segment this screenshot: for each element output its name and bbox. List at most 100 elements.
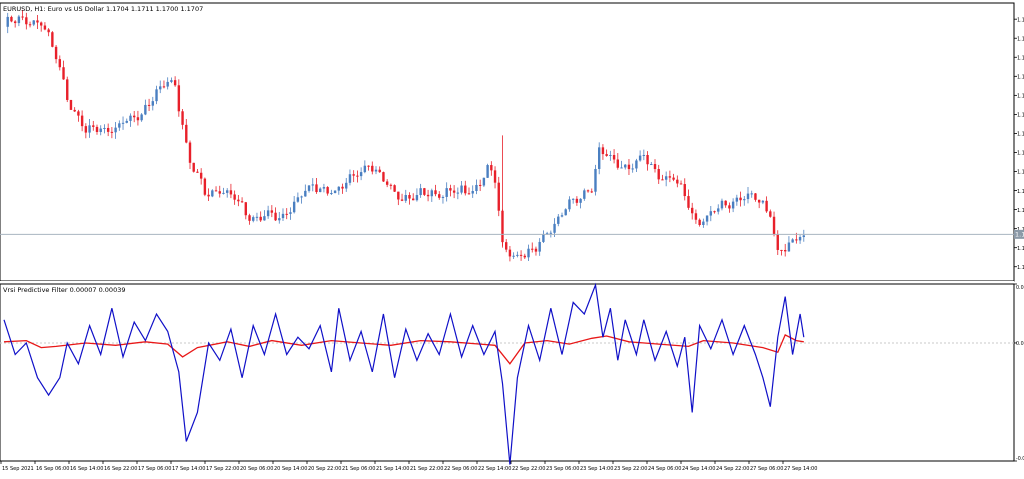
- time-tick-label: 23 Sep 14:00: [580, 466, 613, 472]
- candle: [423, 187, 426, 197]
- time-tick-label: 24 Sep 14:00: [682, 466, 715, 472]
- price-tick-label: 1.1790: [1017, 75, 1024, 81]
- time-tick-label: 27 Sep 14:00: [784, 466, 817, 472]
- time-tick: 23 Sep 22:00: [612, 461, 647, 472]
- time-tick-label: 15 Sep 2021: [2, 466, 34, 472]
- time-tick: 16 Sep 14:00: [68, 461, 103, 472]
- time-tick-label: 17 Sep 14:00: [172, 466, 205, 472]
- price-tick-label: 1.1810: [1017, 36, 1024, 42]
- time-tick-label: 20 Sep 14:00: [274, 466, 307, 472]
- time-tick: 17 Sep 14:00: [170, 461, 205, 472]
- candle: [486, 163, 489, 178]
- price-tick: 1.1700: [1014, 246, 1024, 252]
- indicator-value-axis[interactable]: 0.00509 0.00000 -0.01019: [1014, 283, 1024, 462]
- time-tick-label: 20 Sep 06:00: [240, 466, 273, 472]
- candle: [497, 176, 500, 217]
- indicator-tick-label: 0.00000: [1016, 341, 1024, 347]
- time-tick-label: 24 Sep 22:00: [716, 466, 749, 472]
- time-tick: 21 Sep 14:00: [374, 461, 409, 472]
- time-tick-label: 22 Sep 14:00: [478, 466, 511, 472]
- chart-canvas[interactable]: 1.1820 1.1810 1.1800 1.1790 1.1780 1.1770 1.17…: [0, 0, 1024, 475]
- price-tick-label: 1.1780: [1017, 94, 1024, 100]
- indicator-tick-label: 0.00509: [1016, 285, 1024, 291]
- price-tick: 1.1720: [1014, 208, 1024, 214]
- candle: [51, 31, 54, 48]
- indicator-tick: -0.01019: [1014, 456, 1024, 462]
- price-tick: 1.1750: [1014, 151, 1024, 157]
- candle: [66, 76, 69, 103]
- price-tick: 1.1740: [1014, 170, 1024, 176]
- candle: [393, 184, 396, 193]
- price-tick-label: 1.1750: [1017, 151, 1024, 157]
- time-tick-label: 17 Sep 06:00: [138, 466, 171, 472]
- candle: [192, 162, 195, 173]
- price-tick: 1.1780: [1014, 94, 1024, 100]
- time-tick-label: 23 Sep 22:00: [614, 466, 647, 472]
- time-tick-label: 21 Sep 06:00: [342, 466, 375, 472]
- time-tick-label: 16 Sep 06:00: [36, 466, 69, 472]
- indicator-tick: 0.00509: [1014, 283, 1024, 291]
- price-tick-label: 1.1690: [1017, 265, 1024, 271]
- price-tick-label: 1.1770: [1017, 113, 1024, 119]
- time-tick-label: 22 Sep 06:00: [444, 466, 477, 472]
- candle: [564, 208, 567, 216]
- time-tick: 16 Sep 22:00: [102, 461, 137, 472]
- time-tick: 22 Sep 06:00: [442, 461, 477, 472]
- time-tick-label: 16 Sep 22:00: [104, 466, 137, 472]
- price-tick-label: 1.1700: [1017, 246, 1024, 252]
- time-tick: 20 Sep 14:00: [272, 461, 307, 472]
- price-tick-label: 1.1820: [1017, 17, 1024, 23]
- price-tick: 1.1770: [1014, 113, 1024, 119]
- indicator-tick-label: -0.01019: [1016, 456, 1024, 462]
- candle: [333, 190, 337, 194]
- candle: [211, 189, 214, 198]
- indicator-title: Vrsi Predictive Filter 0.00007 0.00039: [3, 286, 125, 294]
- price-tick: 1.1810: [1014, 36, 1024, 42]
- price-tick-label: 1.1800: [1017, 55, 1024, 61]
- time-tick: 22 Sep 22:00: [510, 461, 545, 472]
- indicator-tick: 0.00000: [1014, 341, 1024, 347]
- time-tick-label: 23 Sep 06:00: [546, 466, 579, 472]
- price-tick: 1.1820: [1014, 17, 1024, 23]
- price-tick: 1.1690: [1014, 265, 1024, 271]
- current-price-label: 1.1707: [1014, 229, 1024, 239]
- time-tick: 20 Sep 06:00: [238, 461, 273, 472]
- time-tick-label: 21 Sep 22:00: [410, 466, 443, 472]
- time-tick: 24 Sep 06:00: [646, 461, 681, 472]
- candle: [382, 171, 385, 183]
- time-tick-label: 24 Sep 06:00: [648, 466, 681, 472]
- main-pane[interactable]: [0, 2, 1015, 282]
- price-tick-label: 1.1730: [1017, 189, 1024, 195]
- time-tick-label: 21 Sep 14:00: [376, 466, 409, 472]
- time-tick: 27 Sep 14:00: [782, 461, 817, 472]
- time-tick-label: 22 Sep 22:00: [512, 466, 545, 472]
- time-tick: 24 Sep 14:00: [680, 461, 715, 472]
- time-tick-label: 27 Sep 06:00: [750, 466, 783, 472]
- time-tick: 23 Sep 14:00: [578, 461, 613, 472]
- time-tick: 22 Sep 14:00: [476, 461, 511, 472]
- price-tick: 1.1730: [1014, 189, 1024, 195]
- price-tick: 1.1760: [1014, 132, 1024, 138]
- candle: [69, 99, 73, 110]
- price-tick-label: 1.1740: [1017, 170, 1024, 176]
- current-price-text: 1.1707: [1015, 231, 1024, 239]
- time-tick: 23 Sep 06:00: [544, 461, 579, 472]
- time-tick-label: 20 Sep 22:00: [308, 466, 341, 472]
- chart-window[interactable]: 1.1820 1.1810 1.1800 1.1790 1.1780 1.1770 1.17…: [0, 0, 1024, 475]
- time-tick-label: 17 Sep 22:00: [206, 466, 239, 472]
- price-tick-label: 1.1720: [1017, 208, 1024, 214]
- price-tick-label: 1.1760: [1017, 132, 1024, 138]
- time-tick: 17 Sep 22:00: [204, 461, 239, 472]
- time-tick: 27 Sep 06:00: [748, 461, 783, 472]
- candle: [594, 164, 597, 196]
- time-tick-label: 16 Sep 14:00: [70, 466, 103, 472]
- time-tick: 21 Sep 06:00: [340, 461, 375, 472]
- price-tick: 1.1790: [1014, 75, 1024, 81]
- candle: [203, 177, 207, 197]
- time-tick: 21 Sep 22:00: [408, 461, 443, 472]
- time-axis[interactable]: 15 Sep 2021 16 Sep 06:00 16 Sep 14:00 16 Se…: [0, 461, 817, 472]
- price-tick: 1.1800: [1014, 55, 1024, 61]
- time-tick: 20 Sep 22:00: [306, 461, 341, 472]
- time-tick: 17 Sep 06:00: [136, 461, 171, 472]
- time-tick: 15 Sep 2021: [0, 461, 34, 472]
